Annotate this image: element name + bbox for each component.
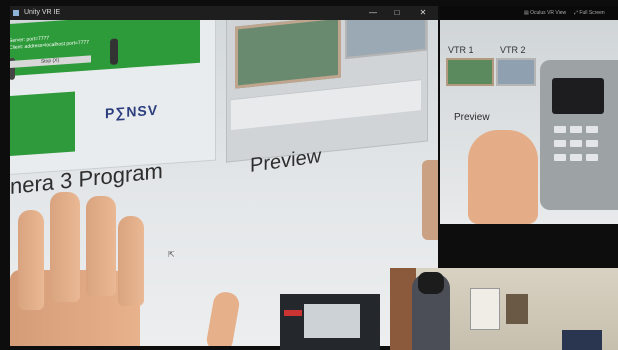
finger bbox=[50, 192, 80, 302]
camera-feed bbox=[235, 20, 341, 89]
console-key[interactable] bbox=[586, 140, 598, 147]
close-button[interactable]: ✕ bbox=[414, 6, 432, 20]
vr-hand bbox=[468, 130, 538, 224]
notice-board bbox=[470, 288, 500, 330]
camera-feed-2 bbox=[345, 20, 427, 60]
finger bbox=[86, 196, 116, 296]
console-key[interactable] bbox=[554, 126, 566, 133]
brand-logo: P∑NSV bbox=[105, 101, 159, 122]
mouse-cursor-icon: ⇱ bbox=[168, 250, 175, 259]
server-status: Server: port=7777 Client: address=localh… bbox=[10, 32, 89, 52]
green-screen-feed-2 bbox=[10, 91, 75, 157]
vtr1-feed bbox=[446, 58, 494, 86]
switcher-console bbox=[540, 60, 618, 210]
maximize-button[interactable]: □ bbox=[388, 6, 406, 20]
preview-strip bbox=[231, 79, 421, 131]
vr-view-bar: ▤ Oculus VR View ⤢ Full Screen bbox=[440, 6, 618, 20]
vr-view-label: ▤ Oculus VR View bbox=[524, 10, 567, 16]
hand-edge bbox=[422, 160, 438, 240]
photo-screen bbox=[304, 304, 360, 338]
app-icon bbox=[13, 10, 19, 16]
finger bbox=[118, 216, 144, 306]
person-figure bbox=[110, 38, 118, 65]
desk-screen-photo bbox=[280, 294, 380, 350]
minimize-button[interactable]: — bbox=[364, 6, 382, 20]
vtr2-label: VTR 2 bbox=[500, 45, 526, 55]
finger bbox=[18, 210, 44, 310]
vr-view-window: ▤ Oculus VR View ⤢ Full Screen VTR 1 VTR… bbox=[440, 6, 618, 224]
webcam-photo bbox=[390, 268, 618, 350]
photo-red-element bbox=[284, 310, 302, 316]
window-title: Unity VR IE bbox=[24, 9, 61, 16]
right-thumb bbox=[204, 290, 242, 346]
console-key[interactable] bbox=[586, 154, 598, 161]
program-panel: Server: port=7777 Client: address=localh… bbox=[10, 20, 216, 176]
fullscreen-button[interactable]: ⤢ Full Screen bbox=[574, 6, 605, 20]
console-key[interactable] bbox=[554, 140, 566, 147]
stop-button[interactable]: Stop (X) bbox=[10, 55, 91, 69]
console-key[interactable] bbox=[570, 154, 582, 161]
poster bbox=[506, 294, 528, 324]
vr-headset-icon bbox=[418, 272, 444, 294]
console-key[interactable] bbox=[554, 154, 566, 161]
vtr2-feed bbox=[496, 58, 536, 86]
console-screen bbox=[552, 78, 604, 114]
vr-view-scene: VTR 1 VTR 2 Preview bbox=[440, 20, 618, 224]
green-screen-feed: Server: port=7777 Client: address=localh… bbox=[10, 20, 200, 81]
console-key[interactable] bbox=[570, 126, 582, 133]
title-bar: Unity VR IE — □ ✕ bbox=[10, 6, 438, 20]
vr-preview-label: Preview bbox=[454, 112, 490, 123]
vtr1-label: VTR 1 bbox=[448, 45, 474, 55]
monitor bbox=[562, 330, 602, 350]
preview-panel bbox=[226, 20, 428, 163]
console-key[interactable] bbox=[586, 126, 598, 133]
console-key[interactable] bbox=[570, 140, 582, 147]
